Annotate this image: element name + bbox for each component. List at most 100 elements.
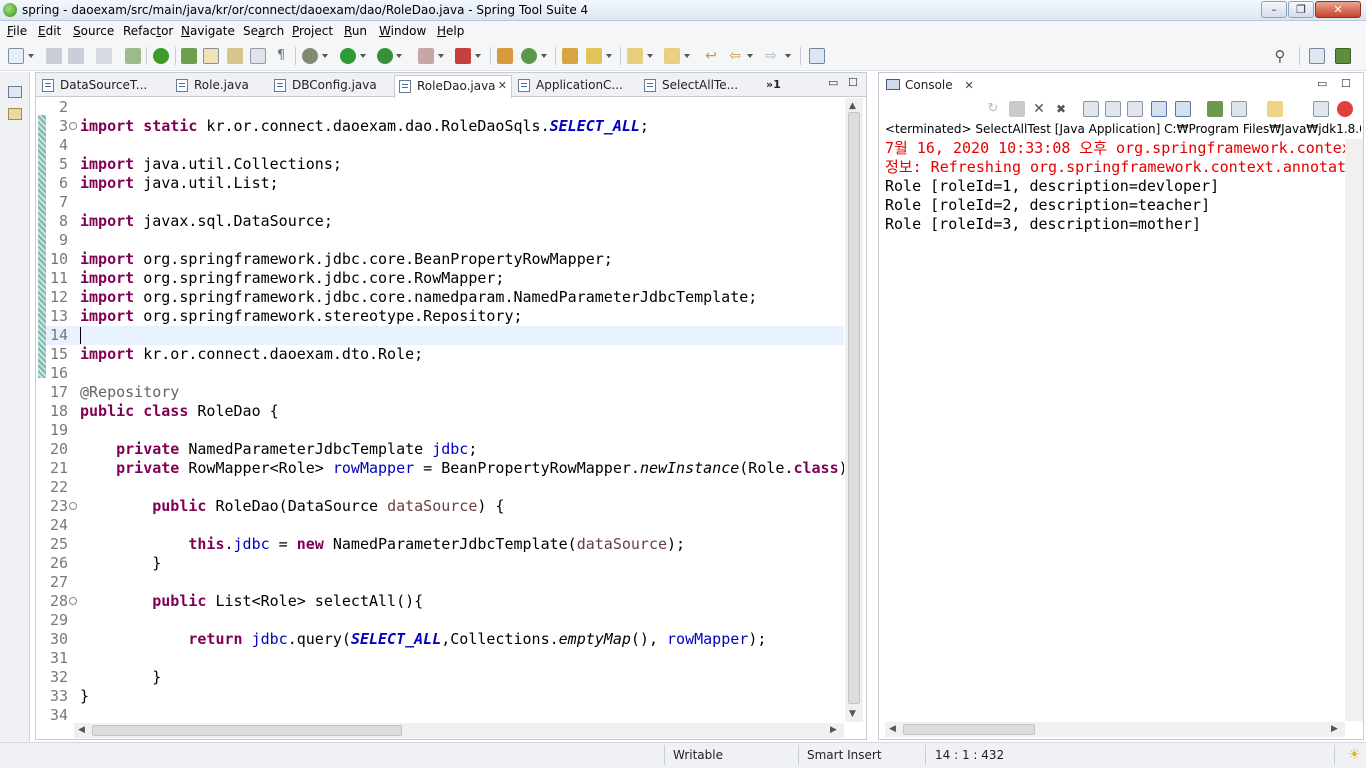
editor-vertical-thumb[interactable] (848, 112, 860, 704)
word-wrap-icon[interactable] (227, 48, 243, 64)
tab-dbconfig-java[interactable]: DBConfig.java (270, 75, 392, 97)
code-line[interactable]: 9 (46, 231, 844, 250)
stop-icon[interactable] (418, 48, 434, 64)
tab-role-java[interactable]: Role.java (172, 75, 268, 97)
code-line[interactable]: 26 } (46, 554, 844, 573)
code-line[interactable]: 7 (46, 193, 844, 212)
code-line[interactable]: 16 (46, 364, 844, 383)
code-line[interactable]: 24 (46, 516, 844, 535)
run-icon[interactable] (340, 48, 356, 64)
menu-project[interactable]: Project (292, 24, 333, 38)
status-insert-mode[interactable]: Smart Insert (807, 745, 882, 767)
code-line[interactable]: 20 private NamedParameterJdbcTemplate jd… (46, 440, 844, 459)
menu-window[interactable]: Window (379, 24, 426, 38)
code-line[interactable]: 21 private RowMapper<Role> rowMapper = B… (46, 459, 844, 478)
maximize-button[interactable]: ❐ (1288, 1, 1314, 18)
editor-horizontal-scrollbar[interactable]: ◀ ▶ (74, 723, 844, 738)
tab-overflow-button[interactable]: »1 (766, 75, 781, 97)
console-close-button[interactable]: ✕ (964, 79, 973, 92)
menu-edit[interactable]: Edit (38, 24, 61, 38)
coverage-icon[interactable] (377, 48, 393, 64)
fold-toggle-icon[interactable] (69, 122, 77, 130)
display-console-icon[interactable] (1231, 101, 1247, 117)
previous-annotation-icon[interactable] (664, 48, 680, 64)
code-line[interactable]: 28 public List<Role> selectAll(){ (46, 592, 844, 611)
editor-vertical-scrollbar[interactable]: ▲ ▼ (845, 98, 863, 722)
menu-navigate[interactable]: Navigate (181, 24, 235, 38)
forward-dropdown-icon[interactable] (785, 54, 791, 58)
next-annotation-icon[interactable] (627, 48, 643, 64)
open-console-icon[interactable] (1267, 101, 1283, 117)
tip-of-the-day-icon[interactable]: ☀ (1348, 745, 1361, 767)
code-line[interactable]: 33} (46, 687, 844, 706)
show-whitespace-icon[interactable]: ¶ (273, 48, 289, 64)
menu-refactor[interactable]: Refactor (123, 24, 173, 38)
fold-toggle-icon[interactable] (69, 597, 77, 605)
menu-file[interactable]: File (7, 24, 27, 38)
open-project-icon[interactable] (562, 48, 578, 64)
print-icon[interactable] (96, 48, 112, 64)
code-line[interactable]: 18 public class RoleDao { (46, 402, 844, 421)
previous-annotation-dropdown-icon[interactable] (684, 54, 690, 58)
last-edit-location-icon[interactable]: ↩ (703, 48, 719, 64)
menu-search[interactable]: Search (243, 24, 284, 38)
menu-help[interactable]: Help (437, 24, 464, 38)
back-dropdown-icon[interactable] (747, 54, 753, 58)
code-line[interactable]: 30 return jdbc.query(SELECT_ALL,Collecti… (46, 630, 844, 649)
console-maximize-button[interactable]: ☐ (1341, 77, 1351, 90)
code-line[interactable]: 17 @Repository (46, 383, 844, 402)
save-all-icon[interactable] (68, 48, 84, 64)
show-on-stdout-icon[interactable] (1151, 101, 1167, 117)
terminate-icon[interactable] (1009, 101, 1025, 117)
editor-maximize-button[interactable]: ☐ (848, 76, 858, 89)
menu-source[interactable]: Source (73, 24, 114, 38)
tab-console[interactable]: Console ✕ (881, 75, 974, 97)
java-perspective-icon[interactable] (1335, 48, 1351, 64)
code-line[interactable]: 31 (46, 649, 844, 668)
spring-start-icon[interactable] (153, 48, 169, 64)
code-line[interactable]: 22 (46, 478, 844, 497)
terminate-relaunch-icon[interactable]: ↻ (985, 101, 1001, 117)
fold-toggle-icon[interactable] (69, 502, 77, 510)
editor-minimize-button[interactable]: ▭ (828, 76, 838, 89)
search-icon[interactable]: ⚲ (1272, 48, 1288, 64)
code-line[interactable]: 23 public RoleDao(DataSource dataSource)… (46, 497, 844, 516)
show-on-stderr-icon[interactable] (1175, 101, 1191, 117)
block-selection-icon[interactable] (250, 48, 266, 64)
code-line[interactable]: 6 import java.util.List; (46, 174, 844, 193)
debug-dropdown-icon[interactable] (322, 54, 328, 58)
tab-applicationc[interactable]: ApplicationC... (514, 75, 638, 97)
tab-datasourcet[interactable]: DataSourceT... (38, 75, 170, 97)
word-wrap-console-icon[interactable] (1127, 101, 1143, 117)
minimize-button[interactable]: – (1261, 1, 1287, 18)
menu-run[interactable]: Run (344, 24, 367, 38)
new-java-project-icon[interactable] (497, 48, 513, 64)
tab-selectallte[interactable]: SelectAllTe... (640, 75, 762, 97)
external-tools-icon[interactable] (455, 48, 471, 64)
tab-close-icon[interactable]: ✕ (498, 76, 507, 96)
pin-console-icon[interactable] (1207, 101, 1223, 117)
view-menu-icon[interactable] (1313, 101, 1329, 117)
boot-dashboard-icon[interactable] (125, 48, 141, 64)
close-button[interactable]: ✕ (1315, 1, 1361, 18)
forward-icon[interactable]: ⇨ (763, 48, 779, 64)
code-line[interactable]: 27 (46, 573, 844, 592)
code-line[interactable]: 5 import java.util.Collections; (46, 155, 844, 174)
chrome-icon[interactable] (1337, 101, 1353, 117)
status-cursor-position[interactable]: 14 : 1 : 432 (935, 745, 1004, 767)
debug-icon[interactable] (302, 48, 318, 64)
code-line[interactable]: 8 import javax.sql.DataSource; (46, 212, 844, 231)
pin-editor-icon[interactable] (809, 48, 825, 64)
code-line[interactable]: 2 (46, 98, 844, 117)
new-class-icon[interactable] (521, 48, 537, 64)
console-vertical-scrollbar[interactable] (1345, 139, 1363, 721)
code-line[interactable]: 11 import org.springframework.jdbc.core.R… (46, 269, 844, 288)
new-dropdown-icon[interactable] (28, 54, 34, 58)
remove-launch-icon[interactable]: ✕ (1031, 101, 1047, 117)
new-icon[interactable] (8, 48, 24, 64)
save-icon[interactable] (46, 48, 62, 64)
code-line[interactable]: 13 import org.springframework.stereotype.… (46, 307, 844, 326)
scroll-lock-icon[interactable] (1105, 101, 1121, 117)
run-dropdown-icon[interactable] (360, 54, 366, 58)
code-line[interactable]: 19 (46, 421, 844, 440)
